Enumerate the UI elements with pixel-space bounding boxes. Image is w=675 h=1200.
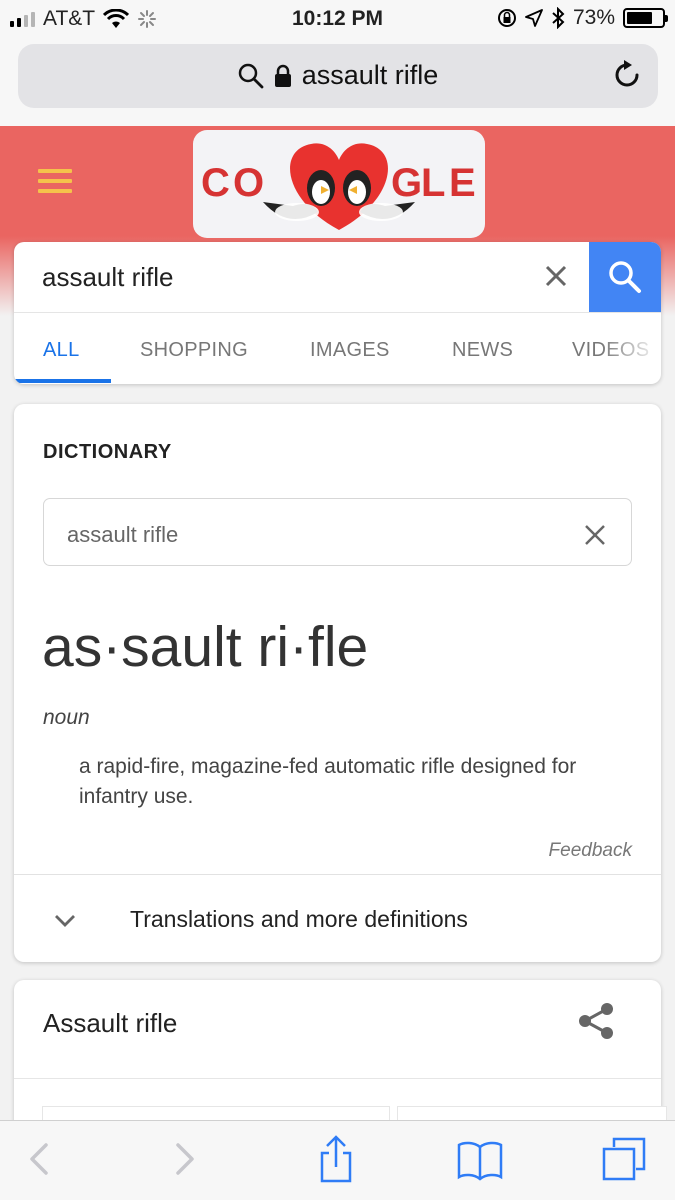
tab-all[interactable]: ALL <box>43 339 80 362</box>
menu-icon[interactable] <box>38 169 72 193</box>
active-tab-indicator <box>14 379 111 383</box>
feedback-link[interactable]: Feedback <box>549 840 632 862</box>
status-bar: AT&T 10:12 PM 73% <box>0 0 675 40</box>
dictionary-title: DICTIONARY <box>43 441 172 463</box>
tab-shopping[interactable]: SHOPPING <box>140 339 248 362</box>
svg-text:O: O <box>233 161 264 205</box>
svg-text:C: C <box>201 161 230 205</box>
doodle-logo[interactable]: C O G L E <box>193 130 485 238</box>
bluetooth-icon <box>552 7 565 29</box>
back-icon[interactable] <box>16 1135 64 1183</box>
search-input[interactable]: assault rifle <box>42 262 174 293</box>
clear-icon[interactable] <box>544 264 568 288</box>
forward-icon[interactable] <box>160 1135 208 1183</box>
status-right: 73% <box>497 6 668 30</box>
battery-icon <box>623 8 668 28</box>
lock-icon <box>274 64 291 87</box>
dictionary-card: DICTIONARY assault rifle as·sault ri·fle… <box>14 404 661 962</box>
share-icon[interactable] <box>312 1135 360 1183</box>
more-definitions-row[interactable]: Translations and more definitions <box>14 875 661 962</box>
url-text: assault rifle <box>301 60 439 90</box>
browser-toolbar <box>0 1120 675 1200</box>
headword: as·sault ri·fle <box>42 615 369 679</box>
bookmarks-icon[interactable] <box>456 1135 504 1183</box>
svg-text:E: E <box>449 161 476 205</box>
doodle-art: C O G L E <box>201 143 476 230</box>
tabs-icon[interactable] <box>600 1135 648 1183</box>
clear-icon[interactable] <box>584 524 606 546</box>
browser-address-area: assault rifle <box>0 40 675 126</box>
dictionary-search-field[interactable]: assault rifle <box>43 498 632 566</box>
dictionary-field-value: assault rifle <box>67 522 179 547</box>
tab-images[interactable]: IMAGES <box>310 339 390 362</box>
tab-news[interactable]: NEWS <box>452 339 513 362</box>
divider <box>14 1078 661 1079</box>
definition-text: a rapid-fire, magazine-fed automatic rif… <box>79 755 577 808</box>
svg-text:G: G <box>391 161 422 205</box>
svg-text:L: L <box>421 161 445 205</box>
search-button[interactable] <box>589 242 661 312</box>
search-tabs: ALL SHOPPING IMAGES NEWS VIDEOS <box>14 312 661 384</box>
more-definitions-label: Translations and more definitions <box>130 906 468 932</box>
search-icon <box>238 63 264 88</box>
url-field[interactable]: assault rifle <box>18 44 658 108</box>
share-icon[interactable] <box>578 1002 614 1040</box>
knowledge-card: Assault rifle <box>14 980 667 1146</box>
search-card: assault rifle ALL SHOPPING IMAGES NEWS V… <box>14 242 661 384</box>
search-icon <box>609 261 641 293</box>
reload-icon[interactable] <box>610 58 644 92</box>
url-display: assault rifle <box>18 60 658 91</box>
chevron-down-icon <box>55 915 75 927</box>
knowledge-title: Assault rifle <box>43 1008 178 1038</box>
orientation-lock-icon <box>497 9 516 27</box>
location-icon <box>525 9 543 27</box>
battery-fill <box>627 12 652 24</box>
battery-percent: 73% <box>572 6 615 29</box>
tabs-fade <box>601 323 661 373</box>
part-of-speech: noun <box>43 706 90 729</box>
